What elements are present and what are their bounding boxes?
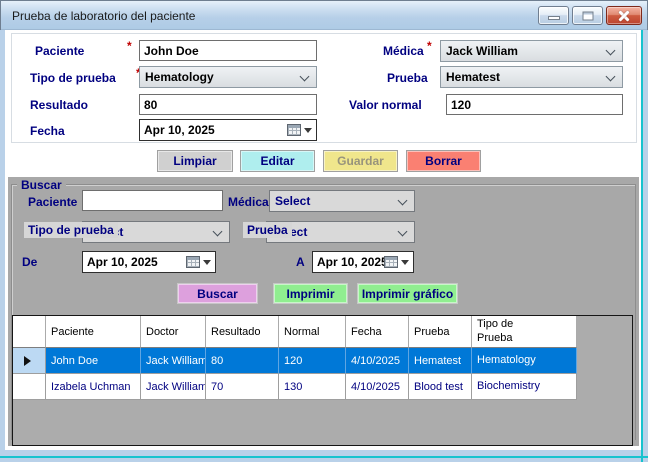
column-header-prueba[interactable]: Prueba	[409, 316, 472, 348]
results-grid: Paciente Doctor Resultado Normal Fecha P…	[12, 315, 633, 446]
grid-cell[interactable]: Hematology	[472, 348, 577, 374]
dropdown-arrow-icon	[203, 260, 211, 269]
column-header-fecha[interactable]: Fecha	[346, 316, 409, 348]
paciente-label: Paciente	[35, 44, 84, 58]
minus-icon	[548, 16, 560, 20]
column-header-tipo-de-prueba[interactable]: Tipo de Prueba	[472, 316, 577, 348]
buscar-button[interactable]: Buscar	[177, 283, 258, 304]
grid-cell[interactable]: Hematest	[409, 348, 472, 374]
medica-value: Jack William	[446, 44, 606, 58]
buscar-groupbox-title: Buscar	[17, 178, 66, 192]
grid-row-selected[interactable]: John Doe Jack William 80 120 4/10/2025 H…	[13, 348, 577, 374]
grid-cell[interactable]: 130	[279, 374, 346, 400]
imprimir-button[interactable]: Imprimir	[273, 283, 348, 304]
required-asterisk: *	[127, 39, 132, 53]
grid-cell[interactable]: 70	[206, 374, 279, 400]
search-medica-label: Médica	[228, 195, 269, 209]
grid-cell[interactable]: 4/10/2025	[346, 374, 409, 400]
calendar-grid-icon	[186, 256, 200, 268]
tipo-de-prueba-value: Hematology	[145, 70, 300, 84]
search-a-value: Apr 10, 2025	[317, 255, 384, 269]
medica-label: Médica	[383, 44, 424, 58]
grid-cell[interactable]: Jack William	[141, 348, 206, 374]
borrar-button[interactable]: Borrar	[406, 150, 481, 172]
medica-combobox[interactable]: Jack William	[440, 40, 623, 62]
resultado-input[interactable]	[139, 94, 317, 115]
prueba-combobox[interactable]: Hematest	[440, 66, 623, 88]
grid-cell[interactable]: Blood test	[409, 374, 472, 400]
chevron-down-icon	[300, 73, 309, 82]
chevron-down-icon	[606, 47, 615, 56]
fecha-label: Fecha	[30, 124, 65, 138]
tipo-de-prueba-label: Tipo de prueba	[30, 71, 116, 85]
window-edge-accent	[0, 456, 648, 458]
calendar-grid-icon	[287, 124, 301, 136]
window-edge-accent	[641, 30, 643, 462]
minimize-button[interactable]	[538, 6, 569, 25]
chevron-down-icon	[606, 73, 615, 82]
grid-cell[interactable]: John Doe	[46, 348, 141, 374]
column-header-resultado[interactable]: Resultado	[206, 316, 279, 348]
row-selector-cell[interactable]	[13, 374, 46, 400]
search-medica-combobox[interactable]: Select	[269, 190, 415, 212]
required-asterisk: *	[427, 39, 432, 53]
paciente-input[interactable]	[139, 40, 317, 61]
app-window: Prueba de laboratorio del paciente Pacie…	[0, 0, 648, 462]
prueba-value: Hematest	[446, 70, 606, 84]
search-medica-value: Select	[275, 194, 398, 208]
search-de-value: Apr 10, 2025	[87, 255, 186, 269]
limpiar-button[interactable]: Limpiar	[157, 150, 233, 172]
guardar-button[interactable]: Guardar	[323, 150, 398, 172]
search-tipo-label: Tipo de prueba	[24, 222, 118, 238]
close-button[interactable]	[606, 6, 642, 25]
grid-cell[interactable]: 4/10/2025	[346, 348, 409, 374]
square-icon	[582, 11, 593, 20]
calendar-grid-icon	[384, 256, 398, 268]
valor-normal-label: Valor normal	[349, 98, 422, 112]
grid-cell[interactable]: Biochemistry	[472, 374, 577, 400]
resultado-label: Resultado	[30, 98, 88, 112]
column-header-doctor[interactable]: Doctor	[141, 316, 206, 348]
dropdown-arrow-icon	[401, 260, 409, 269]
search-paciente-input[interactable]	[82, 190, 223, 211]
maximize-button[interactable]	[572, 6, 603, 25]
search-paciente-label: Paciente	[28, 195, 77, 209]
right-triangle-icon	[24, 356, 31, 366]
grid-cell[interactable]: 80	[206, 348, 279, 374]
fecha-datepicker[interactable]: Apr 10, 2025	[139, 119, 317, 141]
column-header-normal[interactable]: Normal	[279, 316, 346, 348]
tipo-de-prueba-combobox[interactable]: Hematology	[139, 66, 317, 88]
chevron-down-icon	[398, 197, 407, 206]
search-a-label: A	[296, 255, 305, 269]
grid-row[interactable]: Izabela Uchman Jack William 70 130 4/10/…	[13, 374, 577, 400]
search-de-label: De	[22, 255, 37, 269]
row-selector-cell[interactable]	[13, 348, 46, 374]
grid-corner-cell[interactable]	[13, 316, 46, 348]
grid-cell[interactable]: 120	[279, 348, 346, 374]
search-prueba-label: Prueba	[243, 222, 292, 238]
fecha-value: Apr 10, 2025	[144, 123, 287, 137]
prueba-label: Prueba	[387, 71, 428, 85]
valor-normal-input[interactable]	[446, 94, 623, 115]
search-a-datepicker[interactable]: Apr 10, 2025	[312, 251, 414, 273]
grid-cell[interactable]: Jack William	[141, 374, 206, 400]
title-bar[interactable]: Prueba de laboratorio del paciente	[1, 1, 647, 30]
dropdown-arrow-icon	[304, 128, 312, 137]
grid-header-row: Paciente Doctor Resultado Normal Fecha P…	[13, 316, 577, 348]
column-header-paciente[interactable]: Paciente	[46, 316, 141, 348]
search-de-datepicker[interactable]: Apr 10, 2025	[82, 251, 216, 273]
window-title: Prueba de laboratorio del paciente	[12, 9, 195, 23]
editar-button[interactable]: Editar	[240, 150, 315, 172]
grid-cell[interactable]: Izabela Uchman	[46, 374, 141, 400]
chevron-down-icon	[398, 228, 407, 237]
chevron-down-icon	[213, 228, 222, 237]
imprimir-grafico-button[interactable]: Imprimir gráfico	[357, 283, 458, 304]
window-frame-left	[0, 30, 5, 462]
